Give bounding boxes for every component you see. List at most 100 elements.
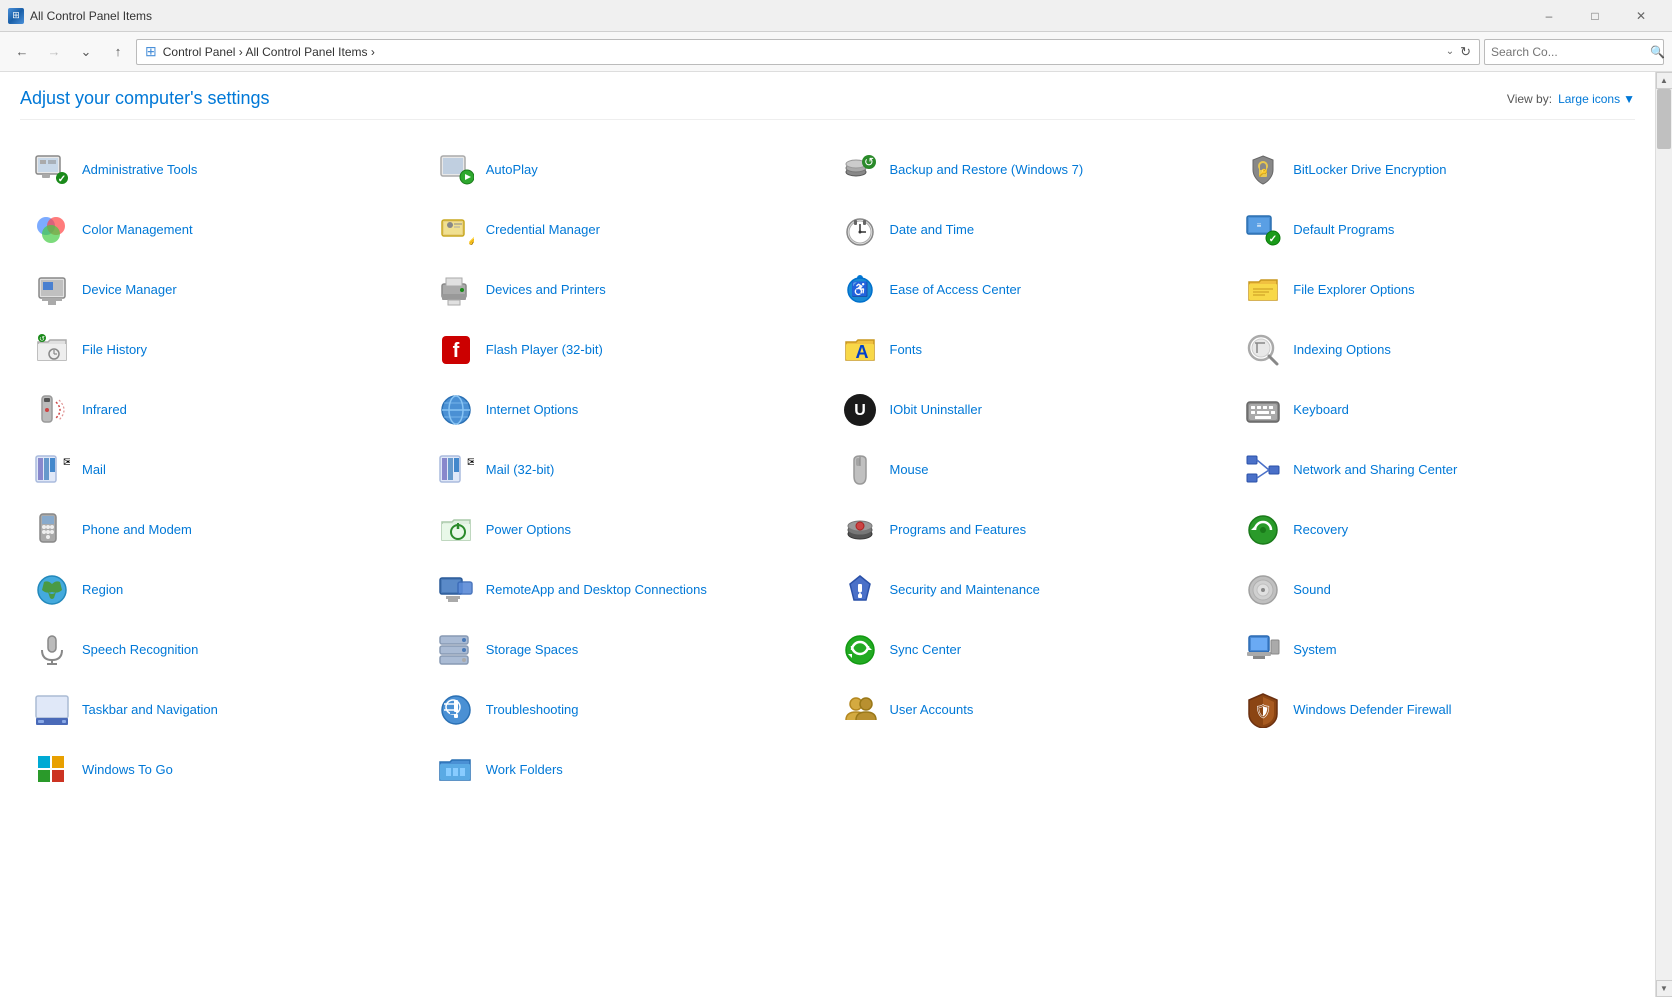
infrared-label[interactable]: Infrared xyxy=(82,402,127,419)
programs-features-label[interactable]: Programs and Features xyxy=(890,522,1027,539)
search-box[interactable]: 🔍 xyxy=(1484,39,1664,65)
control-item-date-time[interactable]: Date and Time xyxy=(828,200,1232,260)
admin-tools-label[interactable]: Administrative Tools xyxy=(82,162,197,179)
file-explorer-options-label[interactable]: File Explorer Options xyxy=(1293,282,1414,299)
back-button[interactable]: ← xyxy=(8,38,36,66)
control-item-taskbar-navigation[interactable]: Taskbar and Navigation xyxy=(20,680,424,740)
maximize-button[interactable]: □ xyxy=(1572,0,1618,32)
iobit-uninstaller-label[interactable]: IObit Uninstaller xyxy=(890,402,982,419)
control-item-device-manager[interactable]: Device Manager xyxy=(20,260,424,320)
devices-printers-label[interactable]: Devices and Printers xyxy=(486,282,606,299)
forward-button[interactable]: → xyxy=(40,38,68,66)
flash-player-label[interactable]: Flash Player (32-bit) xyxy=(486,342,603,359)
autoplay-label[interactable]: AutoPlay xyxy=(486,162,538,179)
internet-options-label[interactable]: Internet Options xyxy=(486,402,579,419)
control-item-speech-recognition[interactable]: Speech Recognition xyxy=(20,620,424,680)
control-item-power-options[interactable]: Power Options xyxy=(424,500,828,560)
default-programs-label[interactable]: Default Programs xyxy=(1293,222,1394,239)
control-item-storage-spaces[interactable]: Storage Spaces xyxy=(424,620,828,680)
storage-spaces-label[interactable]: Storage Spaces xyxy=(486,642,579,659)
control-item-color-management[interactable]: Color Management xyxy=(20,200,424,260)
system-label[interactable]: System xyxy=(1293,642,1336,659)
security-maintenance-label[interactable]: Security and Maintenance xyxy=(890,582,1040,599)
sound-label[interactable]: Sound xyxy=(1293,582,1331,599)
scroll-up-button[interactable]: ▲ xyxy=(1656,72,1672,89)
work-folders-label[interactable]: Work Folders xyxy=(486,762,563,779)
control-item-windows-to-go[interactable]: Windows To Go xyxy=(20,740,424,800)
ease-of-access-label[interactable]: Ease of Access Center xyxy=(890,282,1022,299)
troubleshooting-label[interactable]: Troubleshooting xyxy=(486,702,579,719)
phone-modem-label[interactable]: Phone and Modem xyxy=(82,522,192,539)
address-dropdown-icon[interactable]: ⌄ xyxy=(1446,46,1454,57)
windows-defender-firewall-label[interactable]: Windows Defender Firewall xyxy=(1293,702,1451,719)
control-item-file-explorer-options[interactable]: File Explorer Options xyxy=(1231,260,1635,320)
network-sharing-label[interactable]: Network and Sharing Center xyxy=(1293,462,1457,479)
speech-recognition-label[interactable]: Speech Recognition xyxy=(82,642,198,659)
remoteapp-label[interactable]: RemoteApp and Desktop Connections xyxy=(486,582,707,599)
refresh-icon[interactable]: ↻ xyxy=(1460,44,1471,60)
search-input[interactable] xyxy=(1491,45,1646,59)
device-manager-label[interactable]: Device Manager xyxy=(82,282,177,299)
control-item-mouse[interactable]: Mouse xyxy=(828,440,1232,500)
control-item-security-maintenance[interactable]: !Security and Maintenance xyxy=(828,560,1232,620)
close-button[interactable]: ✕ xyxy=(1618,0,1664,32)
control-item-system[interactable]: System xyxy=(1231,620,1635,680)
taskbar-navigation-label[interactable]: Taskbar and Navigation xyxy=(82,702,218,719)
control-item-work-folders[interactable]: Work Folders xyxy=(424,740,828,800)
region-label[interactable]: Region xyxy=(82,582,123,599)
fonts-label[interactable]: Fonts xyxy=(890,342,923,359)
control-item-file-history[interactable]: ↺File History xyxy=(20,320,424,380)
control-item-iobit-uninstaller[interactable]: UIObit Uninstaller xyxy=(828,380,1232,440)
control-item-admin-tools[interactable]: ✓Administrative Tools xyxy=(20,140,424,200)
mail-label[interactable]: Mail xyxy=(82,462,106,479)
control-item-backup-restore[interactable]: ↺Backup and Restore (Windows 7) xyxy=(828,140,1232,200)
control-item-network-sharing[interactable]: Network and Sharing Center xyxy=(1231,440,1635,500)
control-item-mail[interactable]: ✉Mail xyxy=(20,440,424,500)
bitlocker-label[interactable]: BitLocker Drive Encryption xyxy=(1293,162,1446,179)
sync-center-label[interactable]: Sync Center xyxy=(890,642,962,659)
search-icon[interactable]: 🔍 xyxy=(1650,45,1665,59)
control-item-recovery[interactable]: Recovery xyxy=(1231,500,1635,560)
recent-locations-button[interactable]: ⌄ xyxy=(72,38,100,66)
control-item-programs-features[interactable]: Programs and Features xyxy=(828,500,1232,560)
control-item-region[interactable]: Region xyxy=(20,560,424,620)
control-item-fonts[interactable]: AFonts xyxy=(828,320,1232,380)
credential-manager-label[interactable]: Credential Manager xyxy=(486,222,600,239)
date-time-label[interactable]: Date and Time xyxy=(890,222,975,239)
control-item-keyboard[interactable]: Keyboard xyxy=(1231,380,1635,440)
control-item-remoteapp[interactable]: RemoteApp and Desktop Connections xyxy=(424,560,828,620)
indexing-options-label[interactable]: Indexing Options xyxy=(1293,342,1391,359)
control-item-credential-manager[interactable]: 🔑Credential Manager xyxy=(424,200,828,260)
control-item-user-accounts[interactable]: User Accounts xyxy=(828,680,1232,740)
control-item-autoplay[interactable]: AutoPlay xyxy=(424,140,828,200)
scrollbar-thumb[interactable] xyxy=(1657,89,1671,149)
scroll-down-button[interactable]: ▼ xyxy=(1656,980,1672,997)
backup-restore-label[interactable]: Backup and Restore (Windows 7) xyxy=(890,162,1084,179)
user-accounts-label[interactable]: User Accounts xyxy=(890,702,974,719)
mouse-label[interactable]: Mouse xyxy=(890,462,929,479)
control-item-internet-options[interactable]: Internet Options xyxy=(424,380,828,440)
control-item-devices-printers[interactable]: Devices and Printers xyxy=(424,260,828,320)
address-bar-input[interactable]: ⊞ Control Panel › All Control Panel Item… xyxy=(136,39,1480,65)
control-item-windows-defender-firewall[interactable]: 🛡Windows Defender Firewall xyxy=(1231,680,1635,740)
control-item-sync-center[interactable]: Sync Center xyxy=(828,620,1232,680)
color-management-label[interactable]: Color Management xyxy=(82,222,193,239)
control-item-flash-player[interactable]: fFlash Player (32-bit) xyxy=(424,320,828,380)
minimize-button[interactable]: – xyxy=(1526,0,1572,32)
keyboard-label[interactable]: Keyboard xyxy=(1293,402,1349,419)
control-item-indexing-options[interactable]: Indexing Options xyxy=(1231,320,1635,380)
recovery-label[interactable]: Recovery xyxy=(1293,522,1348,539)
windows-to-go-label[interactable]: Windows To Go xyxy=(82,762,173,779)
control-item-default-programs[interactable]: ≡✓Default Programs xyxy=(1231,200,1635,260)
power-options-label[interactable]: Power Options xyxy=(486,522,571,539)
control-item-bitlocker[interactable]: 🔑BitLocker Drive Encryption xyxy=(1231,140,1635,200)
view-by-dropdown[interactable]: Large icons ▼ xyxy=(1558,92,1635,106)
control-item-mail-32bit[interactable]: ✉Mail (32-bit) xyxy=(424,440,828,500)
up-button[interactable]: ↑ xyxy=(104,38,132,66)
file-history-label[interactable]: File History xyxy=(82,342,147,359)
control-item-phone-modem[interactable]: Phone and Modem xyxy=(20,500,424,560)
control-item-troubleshooting[interactable]: Troubleshooting xyxy=(424,680,828,740)
control-item-ease-of-access[interactable]: ♿Ease of Access Center xyxy=(828,260,1232,320)
control-item-sound[interactable]: Sound xyxy=(1231,560,1635,620)
control-item-infrared[interactable]: Infrared xyxy=(20,380,424,440)
